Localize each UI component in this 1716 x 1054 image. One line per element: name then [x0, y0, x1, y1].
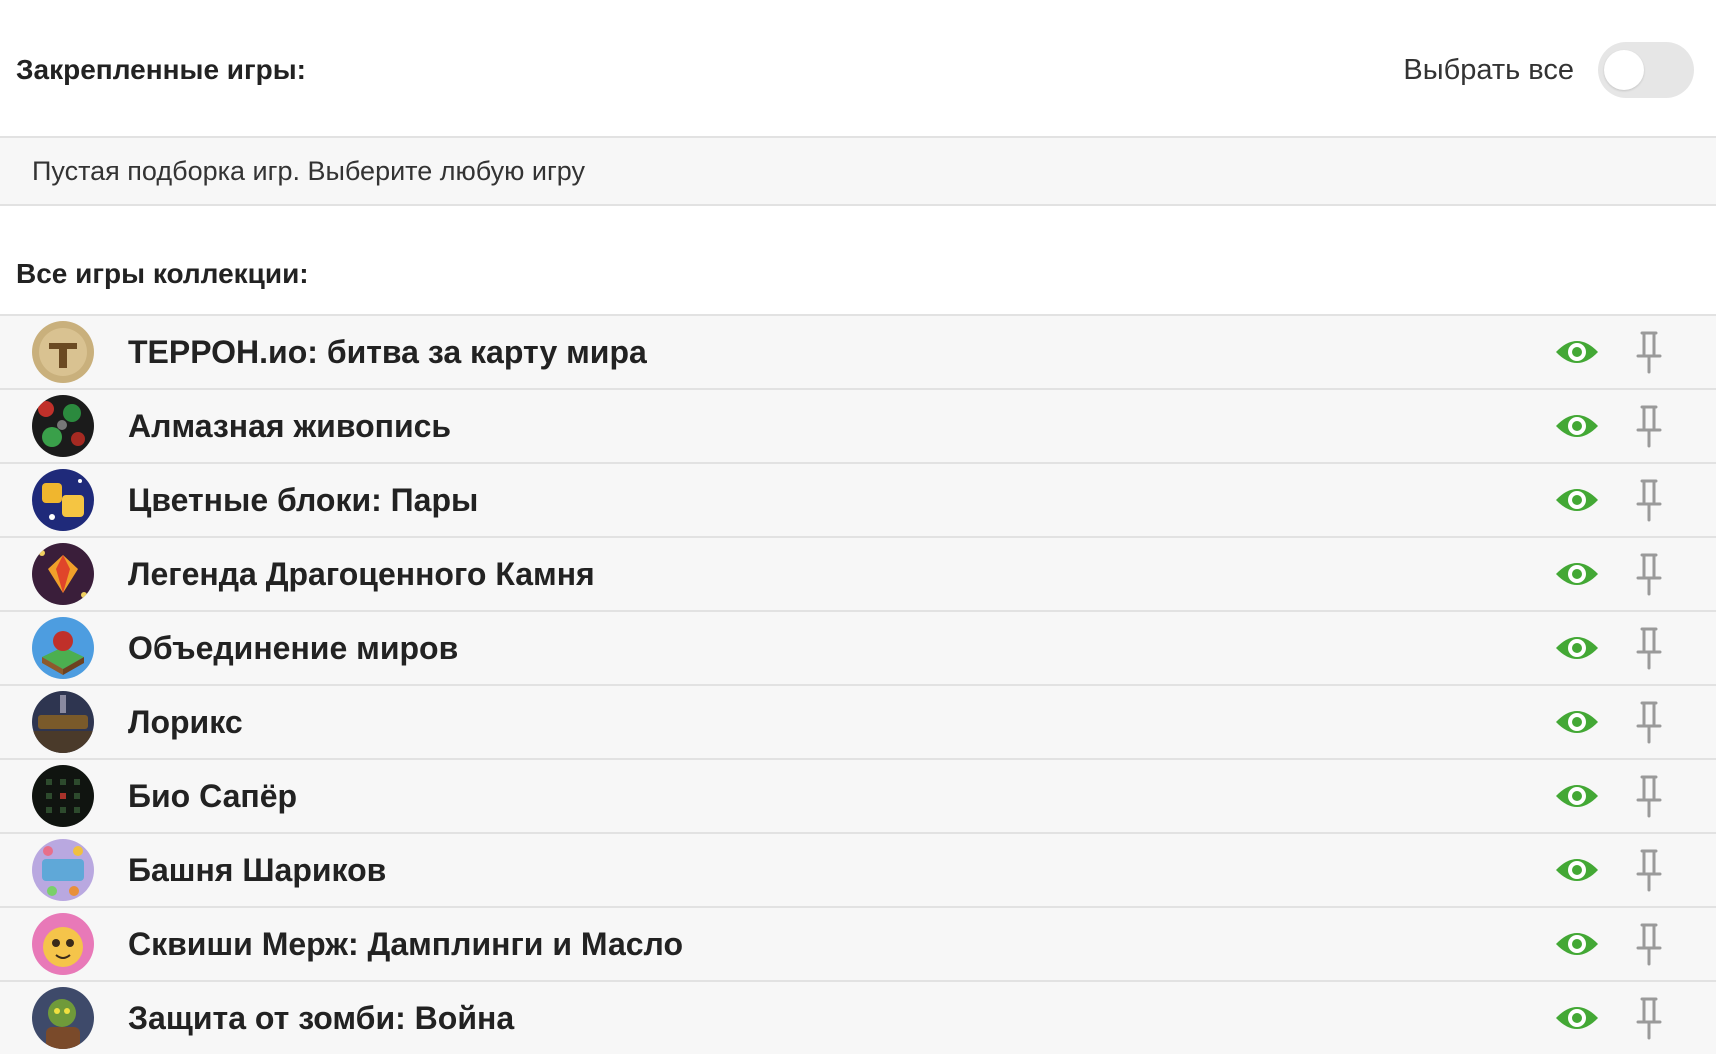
- eye-icon[interactable]: [1554, 778, 1600, 814]
- pinned-games-header: Закрепленные игры: Выбрать все: [0, 0, 1716, 138]
- game-thumbnail: [32, 765, 94, 827]
- game-list: ТЕРРОН.ио: битва за карту мира Алмазная …: [0, 314, 1716, 1054]
- game-row[interactable]: Легенда Драгоценного Камня: [0, 538, 1716, 612]
- game-title: Защита от зомби: Война: [128, 1000, 515, 1036]
- game-row[interactable]: Цветные блоки: Пары: [0, 464, 1716, 538]
- game-title: Сквиши Мерж: Дамплинги и Масло: [128, 926, 683, 962]
- game-thumbnail: [32, 839, 94, 901]
- pin-icon[interactable]: [1634, 330, 1664, 374]
- game-title: Био Сапёр: [128, 778, 298, 814]
- game-title: ТЕРРОН.ио: битва за карту мира: [128, 334, 647, 370]
- game-row[interactable]: ТЕРРОН.ио: битва за карту мира: [0, 316, 1716, 390]
- empty-pinned-text: Пустая подборка игр. Выберите любую игру: [32, 156, 586, 186]
- all-games-title: Все игры коллекции:: [16, 258, 309, 289]
- pin-icon[interactable]: [1634, 626, 1664, 670]
- select-all-label: Выбрать все: [1403, 54, 1574, 86]
- game-thumbnail: [32, 691, 94, 753]
- pin-icon[interactable]: [1634, 552, 1664, 596]
- empty-pinned-notice: Пустая подборка игр. Выберите любую игру: [0, 138, 1716, 206]
- game-row[interactable]: Объединение миров: [0, 612, 1716, 686]
- pin-icon[interactable]: [1634, 700, 1664, 744]
- pin-icon[interactable]: [1634, 848, 1664, 892]
- game-thumbnail: [32, 617, 94, 679]
- game-row[interactable]: Сквиши Мерж: Дамплинги и Масло: [0, 908, 1716, 982]
- eye-icon[interactable]: [1554, 408, 1600, 444]
- eye-icon[interactable]: [1554, 704, 1600, 740]
- eye-icon[interactable]: [1554, 926, 1600, 962]
- select-all-toggle[interactable]: [1598, 42, 1694, 98]
- game-row[interactable]: Башня Шариков: [0, 834, 1716, 908]
- pin-icon[interactable]: [1634, 996, 1664, 1040]
- game-row[interactable]: Лорикс: [0, 686, 1716, 760]
- game-thumbnail: [32, 395, 94, 457]
- game-title: Объединение миров: [128, 630, 459, 666]
- pin-icon[interactable]: [1634, 404, 1664, 448]
- game-thumbnail: [32, 543, 94, 605]
- pinned-games-title: Закрепленные игры:: [16, 54, 307, 85]
- game-thumbnail: [32, 469, 94, 531]
- eye-icon[interactable]: [1554, 852, 1600, 888]
- game-title: Лорикс: [128, 704, 243, 740]
- eye-icon[interactable]: [1554, 630, 1600, 666]
- game-thumbnail: [32, 987, 94, 1049]
- collection-page: Закрепленные игры: Выбрать все Пустая по…: [0, 0, 1716, 1054]
- game-thumbnail: [32, 913, 94, 975]
- pin-icon[interactable]: [1634, 774, 1664, 818]
- game-title: Цветные блоки: Пары: [128, 482, 479, 518]
- game-thumbnail: [32, 321, 94, 383]
- game-row[interactable]: Алмазная живопись: [0, 390, 1716, 464]
- eye-icon[interactable]: [1554, 334, 1600, 370]
- toggle-knob: [1604, 50, 1644, 90]
- pin-icon[interactable]: [1634, 478, 1664, 522]
- game-row[interactable]: Защита от зомби: Война: [0, 982, 1716, 1054]
- eye-icon[interactable]: [1554, 556, 1600, 592]
- pin-icon[interactable]: [1634, 922, 1664, 966]
- game-title: Алмазная живопись: [128, 408, 452, 444]
- game-title: Башня Шариков: [128, 852, 387, 888]
- eye-icon[interactable]: [1554, 1000, 1600, 1036]
- game-title: Легенда Драгоценного Камня: [128, 556, 595, 592]
- game-row[interactable]: Био Сапёр: [0, 760, 1716, 834]
- eye-icon[interactable]: [1554, 482, 1600, 518]
